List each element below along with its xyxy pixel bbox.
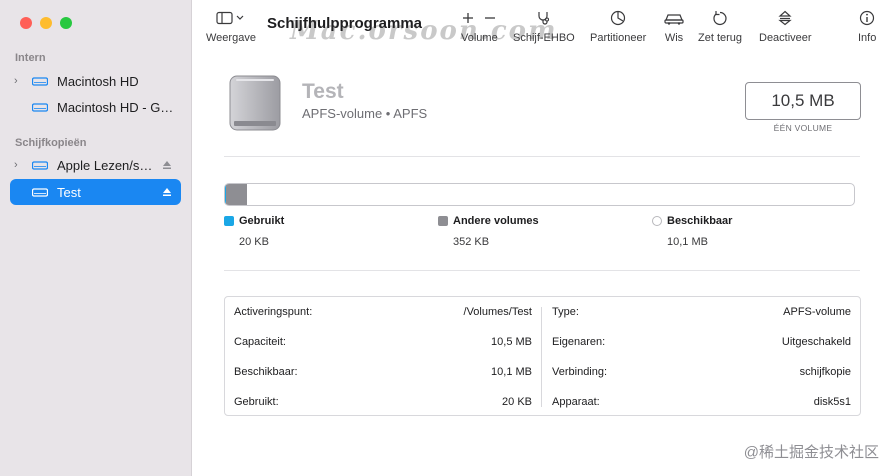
info-row: Capaciteit: 10,5 MB — [234, 336, 532, 356]
main-content: Test APFS-volume • APFS 10,5 MB ÉÉN VOLU… — [192, 52, 891, 476]
legend-available-swatch — [652, 216, 662, 226]
watermark-top: Mac.orsoon.com — [290, 16, 558, 46]
info-key: Activeringspunt: — [234, 306, 313, 318]
info-button[interactable]: Info — [858, 8, 876, 44]
info-value: disk5s1 — [813, 396, 851, 408]
legend-available-value: 10,1 MB — [667, 236, 708, 248]
unmount-button-label: Deactiveer — [759, 32, 812, 44]
sidebar-item-test[interactable]: Test — [10, 179, 181, 205]
volume-size-caption: ÉÉN VOLUME — [773, 123, 833, 133]
legend-other-name: Andere volumes — [453, 215, 539, 227]
info-row: Apparaat: disk5s1 — [552, 396, 851, 416]
sidebar-item-label: Apple Lezen/s… — [57, 157, 153, 173]
pie-chart-icon — [610, 8, 626, 28]
info-row: Eigenaren: Uitgeschakeld — [552, 336, 851, 356]
info-row: Type: APFS-volume — [552, 306, 851, 326]
volume-size: 10,5 MB — [745, 82, 861, 120]
sidebar-item-macintosh-hd[interactable]: › Macintosh HD — [10, 68, 181, 94]
info-key: Capaciteit: — [234, 336, 286, 348]
info-button-label: Info — [858, 32, 877, 44]
usage-bar-other-volumes — [226, 184, 247, 205]
minimize-window-button[interactable] — [40, 17, 52, 29]
sidebar-item-label: Macintosh HD - G… — [57, 99, 174, 115]
view-button[interactable]: Weergave — [206, 8, 256, 44]
info-key: Beschikbaar: — [234, 366, 298, 378]
info-column-right: Type: APFS-volume Eigenaren: Uitgeschake… — [552, 297, 851, 415]
info-value: /Volumes/Test — [463, 306, 532, 318]
divider — [224, 156, 860, 157]
eject-icon[interactable] — [162, 187, 172, 197]
disk-icon — [32, 77, 48, 86]
sidebar-section-intern: Intern — [15, 52, 46, 64]
info-value: 10,5 MB — [491, 336, 532, 348]
restore-button[interactable]: Zet terug — [698, 8, 742, 44]
unmount-icon — [777, 8, 793, 28]
sidebar-section-schijfkopieen: Schijfkopieën — [15, 137, 87, 149]
legend-available-name: Beschikbaar — [667, 215, 733, 227]
info-column-separator — [541, 307, 542, 407]
info-key: Verbinding: — [552, 366, 608, 378]
info-row: Activeringspunt: /Volumes/Test — [234, 306, 532, 326]
restore-button-label: Zet terug — [698, 32, 743, 44]
window-controls — [20, 17, 72, 29]
zoom-window-button[interactable] — [60, 17, 72, 29]
info-icon — [859, 8, 875, 28]
sidebar-item-macintosh-hd-data[interactable]: Macintosh HD - G… — [10, 94, 181, 120]
divider — [224, 270, 860, 271]
restore-arrow-icon — [712, 8, 728, 28]
info-table: Activeringspunt: /Volumes/Test Capacitei… — [224, 296, 861, 416]
erase-button-label: Wis — [664, 32, 684, 44]
eject-icon[interactable] — [162, 160, 172, 170]
disk-icon — [32, 188, 48, 197]
sidebar-item-label: Macintosh HD — [57, 73, 139, 89]
info-value: schijfkopie — [799, 366, 851, 378]
legend-used-swatch — [224, 216, 234, 226]
sidebar-toggle-icon — [216, 8, 246, 28]
info-key: Apparaat: — [552, 396, 600, 408]
info-value: APFS-volume — [783, 306, 851, 318]
disk-icon — [32, 103, 48, 112]
info-key: Gebruikt: — [234, 396, 279, 408]
chevron-right-icon[interactable]: › — [14, 75, 24, 87]
external-drive-icon — [229, 75, 281, 131]
info-key: Type: — [552, 306, 579, 318]
watermark-bottom: @稀土掘金技术社区 — [743, 444, 879, 461]
legend-used-name: Gebruikt — [239, 215, 285, 227]
info-column-left: Activeringspunt: /Volumes/Test Capacitei… — [234, 297, 532, 415]
sidebar-item-label: Test — [57, 184, 81, 200]
partition-button-label: Partitioneer — [590, 32, 647, 44]
sidebar-item-apple-lezen[interactable]: › Apple Lezen/s… — [10, 152, 181, 178]
usage-bar — [224, 183, 855, 206]
legend-other-value: 352 KB — [453, 236, 490, 248]
chevron-right-icon[interactable]: › — [14, 159, 24, 171]
unmount-button[interactable]: Deactiveer — [759, 8, 812, 44]
volume-name: Test — [302, 80, 344, 103]
info-row: Beschikbaar: 10,1 MB — [234, 366, 532, 386]
legend-other-swatch — [438, 216, 448, 226]
toolbar: Weergave Schijfhulpprogramma Volume Schi… — [192, 0, 891, 52]
info-key: Eigenaren: — [552, 336, 606, 348]
info-value: Uitgeschakeld — [781, 336, 851, 348]
view-button-label: Weergave — [206, 32, 256, 44]
legend-used-value: 20 KB — [239, 236, 269, 248]
eraser-car-icon — [664, 8, 684, 28]
disk-icon — [32, 161, 48, 170]
volume-subtitle: APFS-volume • APFS — [302, 106, 428, 121]
erase-button[interactable]: Wis — [664, 8, 684, 44]
info-value: 20 KB — [502, 396, 532, 408]
partition-button[interactable]: Partitioneer — [590, 8, 646, 44]
info-row: Gebruikt: 20 KB — [234, 396, 532, 416]
close-window-button[interactable] — [20, 17, 32, 29]
info-value: 10,1 MB — [491, 366, 532, 378]
info-row: Verbinding: schijfkopie — [552, 366, 851, 386]
sidebar: Intern › Macintosh HD Macintosh HD - G… … — [0, 0, 192, 476]
